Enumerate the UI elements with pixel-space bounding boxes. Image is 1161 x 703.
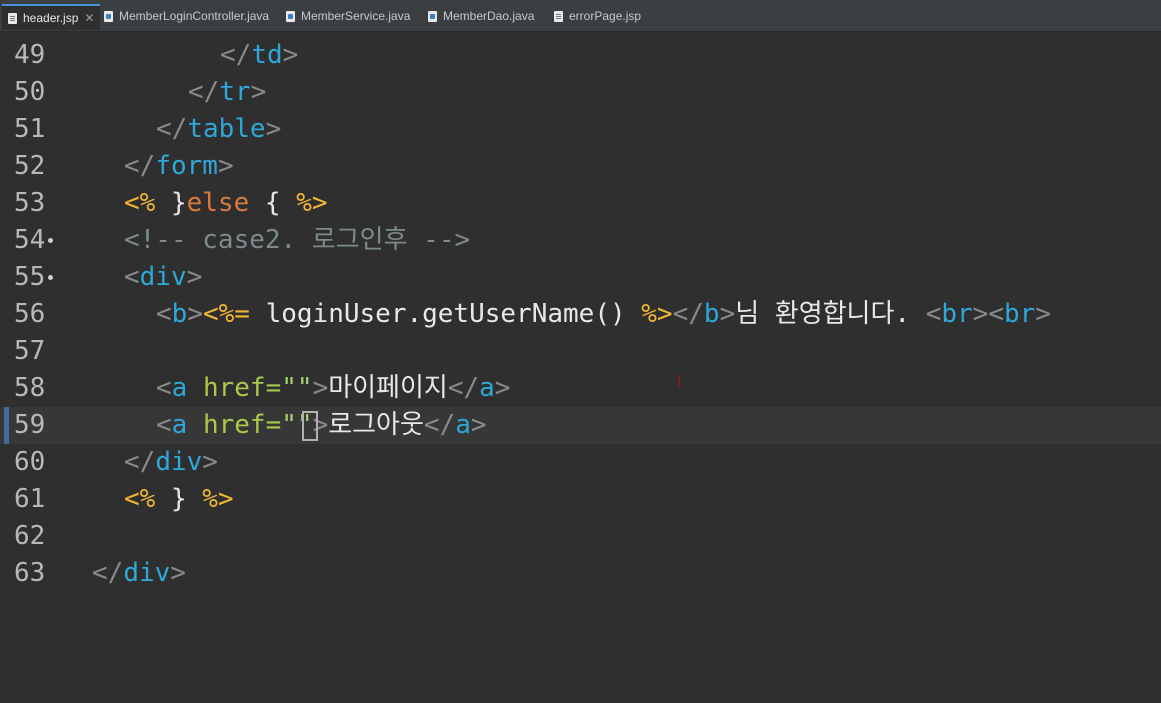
tag-name: b	[171, 299, 188, 329]
link-text-logout: 로그아웃	[328, 410, 424, 440]
tag-name: a	[479, 373, 495, 403]
line-number: 58	[14, 373, 46, 403]
code-line[interactable]: 62	[0, 518, 1161, 555]
code-line[interactable]: 61 <% } %>	[0, 481, 1161, 518]
jsp-delimiter: <%=	[202, 299, 250, 329]
tag-name: tr	[219, 77, 251, 107]
tab-memberservice[interactable]: MemberService.java	[286, 4, 410, 28]
fold-marker-icon[interactable]	[48, 238, 53, 243]
fold-marker-icon[interactable]	[48, 275, 53, 280]
line-number: 52	[14, 151, 46, 181]
editor-tab-bar: header.jsp ✕ MemberLoginController.java …	[0, 0, 1161, 32]
code-line[interactable]: 51 </table>	[0, 111, 1161, 148]
current-line-marker	[4, 407, 9, 444]
code-line[interactable]: 57	[0, 333, 1161, 370]
tag-name: a	[171, 410, 188, 440]
tag-name: div	[139, 262, 187, 292]
jsp-delimiter: %>	[641, 299, 673, 329]
jsp-delimiter: %>	[202, 484, 234, 514]
keyword: else	[186, 188, 250, 218]
line-number: 49	[14, 40, 46, 70]
java-file-icon	[428, 10, 437, 22]
line-number: 51	[14, 114, 46, 144]
line-number: 50	[14, 77, 46, 107]
tag-name: div	[123, 558, 171, 588]
brace: {	[264, 188, 281, 218]
line-number: 61	[14, 484, 46, 514]
text-caret	[302, 411, 318, 441]
attribute-value-open: "	[281, 410, 297, 440]
close-icon[interactable]: ✕	[84, 11, 94, 25]
tag-name: div	[155, 447, 203, 477]
tab-memberlogincontroller[interactable]: MemberLoginController.java	[104, 4, 269, 28]
code-line[interactable]: 49 </td>	[0, 37, 1161, 74]
tab-label: MemberService.java	[301, 9, 411, 23]
tab-label: header.jsp	[23, 11, 79, 25]
tab-errorpage[interactable]: errorPage.jsp	[554, 4, 641, 28]
code-editor[interactable]: 49 </td> 50 </tr> 51 </table> 52 </form>…	[0, 32, 1161, 588]
code-line[interactable]: 56 <b><%= loginUser.getUserName() %></b>…	[0, 296, 1161, 333]
code-line[interactable]: 53 <% }else { %>	[0, 185, 1161, 222]
tab-memberdao[interactable]: MemberDao.java	[428, 4, 534, 28]
code-line[interactable]: 50 </tr>	[0, 74, 1161, 111]
current-code-line[interactable]: 59 <a href="">로그아웃</a>	[0, 407, 1161, 444]
brace: }	[170, 188, 187, 218]
java-file-icon	[286, 10, 295, 22]
code-line[interactable]: 55 <div>	[0, 259, 1161, 296]
tag-name: br	[1003, 299, 1036, 329]
brace: }	[170, 484, 187, 514]
welcome-text: 님 환영합니다.	[735, 299, 926, 329]
line-number: 62	[14, 521, 46, 551]
tag-name: br	[941, 299, 973, 329]
link-text-mypage: 마이페이지	[328, 373, 448, 403]
jsp-delimiter: %>	[296, 188, 328, 218]
tab-header-jsp[interactable]: header.jsp ✕	[2, 4, 101, 30]
tag-name: a	[171, 373, 188, 403]
tag-name: td	[251, 40, 283, 70]
java-expression: loginUser.getUserName()	[265, 299, 626, 329]
line-number: 55	[14, 262, 46, 292]
code-line[interactable]: 54 <!-- case2. 로그인후 -->	[0, 222, 1161, 259]
line-number: 60	[14, 447, 46, 477]
code-line[interactable]: 63 </div>	[0, 555, 1161, 592]
tab-label: errorPage.jsp	[569, 9, 642, 23]
code-line[interactable]: 52 </form>	[0, 148, 1161, 185]
tab-label: MemberDao.java	[443, 9, 535, 23]
line-number: 56	[14, 299, 46, 329]
jsp-file-icon	[554, 10, 563, 22]
line-number: 54	[14, 225, 46, 255]
jsp-delimiter: <%	[124, 484, 156, 514]
tag-name: a	[455, 410, 471, 440]
tag-name: b	[703, 299, 720, 329]
html-comment: <!-- case2. 로그인후 -->	[124, 225, 471, 255]
line-number: 57	[14, 336, 46, 366]
tab-label: MemberLoginController.java	[119, 9, 270, 23]
attribute-name: href=	[202, 373, 282, 403]
attribute-name: href=	[202, 410, 282, 440]
java-file-icon	[104, 10, 113, 22]
line-number: 59	[14, 410, 46, 440]
line-number: 53	[14, 188, 46, 218]
attribute-value: ""	[281, 373, 313, 403]
jsp-file-icon	[8, 12, 17, 24]
mouse-ibeam-cursor-icon: I	[676, 372, 683, 391]
jsp-delimiter: <%	[124, 188, 156, 218]
line-number: 63	[14, 558, 46, 588]
code-line[interactable]: 58 <a href="">마이페이지</a>	[0, 370, 1161, 407]
code-line[interactable]: 60 </div>	[0, 444, 1161, 481]
tag-name: table	[187, 114, 266, 144]
tag-name: form	[155, 151, 218, 181]
